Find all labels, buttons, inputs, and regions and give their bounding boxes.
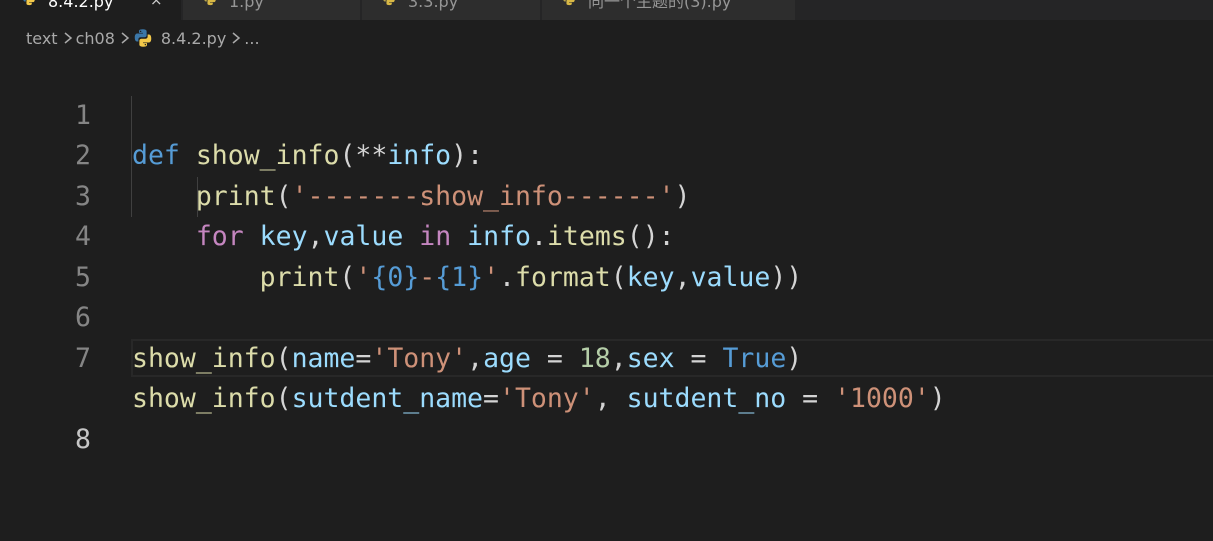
code-token: show_info [132,383,276,414]
code-line[interactable]: 4 print('{0}-{1}'.format(key,value)) [0,177,1213,293]
python-icon [23,0,35,6]
breadcrumb-folder-ch08[interactable]: ch08 [76,29,115,48]
current-line-highlight [131,338,1213,377]
code-editor[interactable]: 1 def show_info(**info): 2 print('------… [0,55,1213,479]
python-icon [204,0,216,6]
tab-label: 3.3.py [408,0,459,11]
code-line-current[interactable]: 8 [0,338,1213,455]
breadcrumb-folder-text[interactable]: text [26,29,58,48]
breadcrumb-file[interactable]: 8.4.2.py [161,29,226,48]
tab-label: 8.4.2.py [48,0,114,11]
code-line[interactable]: 2 print('-------show_info------') [0,96,1213,212]
tab-8-4-2-py[interactable]: 8.4.2.py × [0,0,182,20]
tab-1-py[interactable]: 1.py [183,0,361,20]
editor-tab-bar: 8.4.2.py × 1.py 3.3.py 同一个主题的(3).py [0,0,1213,20]
python-icon [563,0,575,6]
code-token: sutdent_name [291,383,484,414]
code-token: '1000' [834,383,930,414]
code-line[interactable]: 3 for key,value in info.items(): [0,136,1213,253]
code-line[interactable]: 7 show_info(sutdent_name='Tony', sutdent… [0,298,1213,415]
code-token: = [786,383,835,414]
code-line[interactable]: 6 show_info(name='Tony',age = 18,sex = T… [0,258,1213,374]
line-number: 8 [75,423,91,455]
chevron-right-icon [62,30,74,46]
code-token: ( [275,383,292,414]
python-icon [383,0,395,6]
code-line[interactable]: 1 def show_info(**info): [0,55,1213,172]
line-content[interactable]: show_info(sutdent_name='Tony', sutdent_n… [132,379,946,420]
close-icon[interactable]: × [150,0,163,8]
chevron-right-icon [119,30,131,46]
breadcrumb: text ch08 8.4.2.py ... [26,27,260,49]
code-token: 'Tony' [498,383,595,414]
tab-other-py[interactable]: 同一个主题的(3).py [542,0,796,20]
tab-label: 1.py [229,0,264,11]
breadcrumb-symbols[interactable]: ... [244,29,259,48]
tab-3-3-py[interactable]: 3.3.py [362,0,541,20]
tab-label: 同一个主题的(3).py [588,0,732,11]
chevron-right-icon [230,30,242,46]
code-token: ) [929,383,946,414]
code-line[interactable]: 5 [0,217,1213,293]
code-token: = [483,383,499,414]
code-token: sutdent_no [626,383,787,414]
code-token: , [594,383,627,414]
python-icon [134,29,152,47]
